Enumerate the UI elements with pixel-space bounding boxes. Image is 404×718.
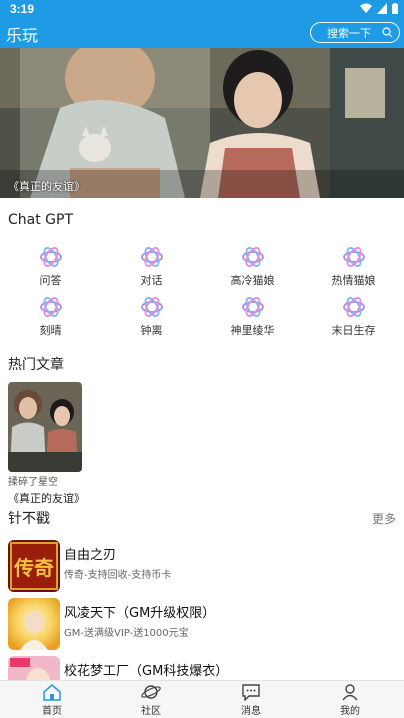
article-thumbnail <box>8 382 82 472</box>
game-badge: 传奇 <box>13 556 54 580</box>
chatgpt-item-label: 热情猫娘 <box>331 274 376 287</box>
app-title: 乐玩 <box>6 26 39 45</box>
openai-icon <box>140 247 163 267</box>
nav-home-label: 首页 <box>42 706 62 717</box>
article-title: 《真正的友谊》 <box>8 492 85 505</box>
banner-caption: 《真正的友谊》 <box>8 180 85 193</box>
chatgpt-item-shenli-linghua[interactable]: 神里绫华 <box>202 294 303 338</box>
hot-articles-title: 热门文章 <box>8 357 64 373</box>
game-desc: 传奇-支持回收-支持币卡 <box>64 570 172 581</box>
game-item[interactable]: 传奇 自由之刃 传奇-支持回收-支持币卡 <box>8 540 398 596</box>
chatgpt-item-reqing-maoniang[interactable]: 热情猫娘 <box>303 244 404 288</box>
nav-home[interactable]: 首页 <box>22 683 82 717</box>
chatgpt-item-label: 高冷猫娘 <box>230 274 275 287</box>
chatgpt-item-label: 神里绫华 <box>230 324 275 337</box>
chatgpt-item-label: 问答 <box>39 274 62 287</box>
chatgpt-item-label: 对话 <box>140 274 163 287</box>
game-item[interactable]: 校花梦工厂（GM科技爆衣） <box>8 656 398 680</box>
openai-icon <box>342 247 365 267</box>
openai-icon <box>39 247 62 267</box>
banner-illustration <box>0 48 404 198</box>
user-icon <box>342 684 358 701</box>
games-section-title: 针不戳 <box>8 511 50 527</box>
nav-profile[interactable]: 我的 <box>320 683 380 717</box>
chatgpt-item-mori-shengcun[interactable]: 末日生存 <box>303 294 404 338</box>
search-icon[interactable] <box>382 27 393 38</box>
search-placeholder: 搜索一下 <box>327 26 371 40</box>
status-icons <box>360 3 398 14</box>
app-bar: 乐玩 搜索一下 <box>0 18 404 48</box>
planet-icon <box>141 685 161 699</box>
more-link[interactable]: 更多 <box>372 510 396 527</box>
status-bar: 3:19 <box>0 0 404 18</box>
openai-icon <box>342 297 365 317</box>
game-desc: GM-送满级VIP-送1000元宝 <box>64 628 189 639</box>
nav-community-label: 社区 <box>141 706 161 717</box>
game-name: 风凌天下（GM升级权限） <box>64 606 216 621</box>
chatgpt-item-gaoleng-maoniang[interactable]: 高冷猫娘 <box>202 244 303 288</box>
status-time: 3:19 <box>10 2 35 16</box>
nav-messages-label: 消息 <box>241 706 261 717</box>
battery-icon <box>392 3 398 14</box>
wifi-icon <box>360 3 372 13</box>
chatgpt-section-title: Chat GPT <box>8 212 74 228</box>
chatgpt-item-keqing[interactable]: 刻晴 <box>0 294 101 338</box>
chatgpt-item-label: 钟离 <box>140 324 163 337</box>
game-name: 校花梦工厂（GM科技爆衣） <box>64 664 229 679</box>
chatgpt-item-duihua[interactable]: 对话 <box>101 244 202 288</box>
home-icon <box>43 684 61 701</box>
chatgpt-item-label: 末日生存 <box>331 324 376 337</box>
message-icon <box>242 684 260 701</box>
chatgpt-item-wenda[interactable]: 问答 <box>0 244 101 288</box>
bottom-nav: 首页 社区 消息 我的 <box>0 680 404 718</box>
article-subtitle: 揉碎了星空 <box>8 477 58 488</box>
article-card[interactable]: 揉碎了星空 《真正的友谊》 <box>8 382 88 506</box>
nav-profile-label: 我的 <box>340 706 360 717</box>
game-icon <box>8 656 60 680</box>
banner-carousel[interactable]: 《真正的友谊》 <box>0 48 404 198</box>
openai-icon <box>241 297 264 317</box>
game-name: 自由之刃 <box>64 548 117 563</box>
search-input[interactable]: 搜索一下 <box>310 22 400 43</box>
openai-icon <box>241 247 264 267</box>
openai-icon <box>39 297 62 317</box>
openai-icon <box>140 297 163 317</box>
nav-community[interactable]: 社区 <box>121 683 181 717</box>
game-icon <box>8 598 60 650</box>
signal-icon <box>377 3 387 14</box>
game-item[interactable]: 风凌天下（GM升级权限） GM-送满级VIP-送1000元宝 <box>8 598 398 654</box>
game-icon: 传奇 <box>8 540 60 592</box>
chatgpt-item-label: 刻晴 <box>39 324 62 337</box>
chatgpt-item-zhongli[interactable]: 钟离 <box>101 294 202 338</box>
nav-messages[interactable]: 消息 <box>221 683 281 717</box>
